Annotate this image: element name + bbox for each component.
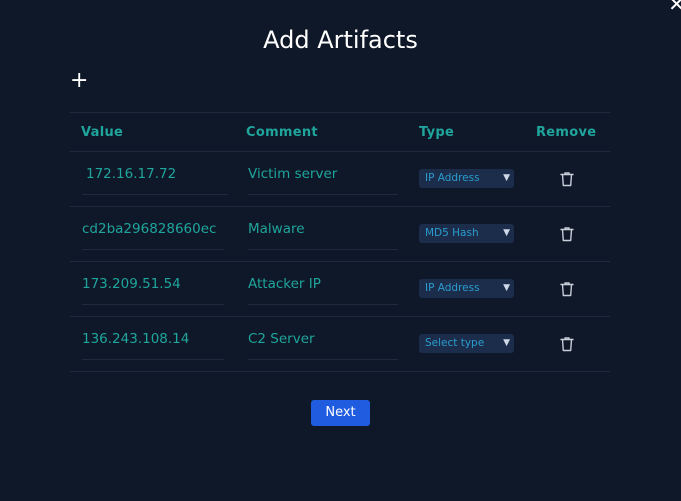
type-select-value: IP Address — [425, 282, 480, 294]
table-row: cd2ba296828660ec Malware MD5 Hash ▼ — [70, 207, 610, 262]
type-select-value: Select type — [425, 337, 485, 349]
type-select[interactable]: IP Address ▼ — [419, 279, 514, 298]
type-select-value: MD5 Hash — [425, 227, 479, 239]
column-header-remove: Remove — [536, 125, 597, 140]
column-header-value: Value — [81, 125, 124, 140]
chevron-down-icon: ▼ — [503, 173, 510, 183]
type-select-value: IP Address — [425, 172, 480, 184]
chevron-down-icon: ▼ — [503, 338, 510, 348]
trash-icon[interactable] — [558, 280, 576, 298]
comment-input[interactable]: Victim server — [248, 160, 398, 195]
trash-icon[interactable] — [558, 225, 576, 243]
chevron-down-icon: ▼ — [503, 283, 510, 293]
table-row: 173.209.51.54 Attacker IP IP Address ▼ — [70, 262, 610, 317]
value-input[interactable]: 173.209.51.54 — [82, 270, 224, 305]
type-select[interactable]: Select type ▼ — [419, 334, 514, 353]
value-input[interactable]: 136.243.108.14 — [82, 325, 224, 360]
column-header-type: Type — [419, 125, 455, 140]
comment-input[interactable]: C2 Server — [248, 325, 398, 360]
column-header-comment: Comment — [246, 125, 318, 140]
value-input[interactable]: cd2ba296828660ec — [82, 215, 224, 250]
plus-icon: + — [70, 68, 89, 93]
artifacts-table: Value Comment Type Remove 172.16.17.72 V… — [70, 112, 610, 372]
trash-icon[interactable] — [558, 335, 576, 353]
dialog-title: Add Artifacts — [263, 26, 418, 54]
close-icon[interactable]: ✕ — [668, 0, 681, 14]
type-select[interactable]: MD5 Hash ▼ — [419, 224, 514, 243]
next-button[interactable]: Next — [311, 400, 370, 426]
table-header: Value Comment Type Remove — [70, 113, 610, 152]
chevron-down-icon: ▼ — [503, 228, 510, 238]
type-select[interactable]: IP Address ▼ — [419, 169, 514, 188]
table-row: 172.16.17.72 Victim server IP Address ▼ — [70, 152, 610, 207]
comment-input[interactable]: Malware — [248, 215, 398, 250]
trash-icon[interactable] — [558, 170, 576, 188]
table-row: 136.243.108.14 C2 Server Select type ▼ — [70, 317, 610, 372]
comment-input[interactable]: Attacker IP — [248, 270, 398, 305]
add-artifacts-dialog: ✕ Add Artifacts + Value Comment Type Rem… — [0, 0, 681, 501]
value-input[interactable]: 172.16.17.72 — [82, 160, 228, 195]
add-artifact-button[interactable]: + — [70, 70, 88, 92]
